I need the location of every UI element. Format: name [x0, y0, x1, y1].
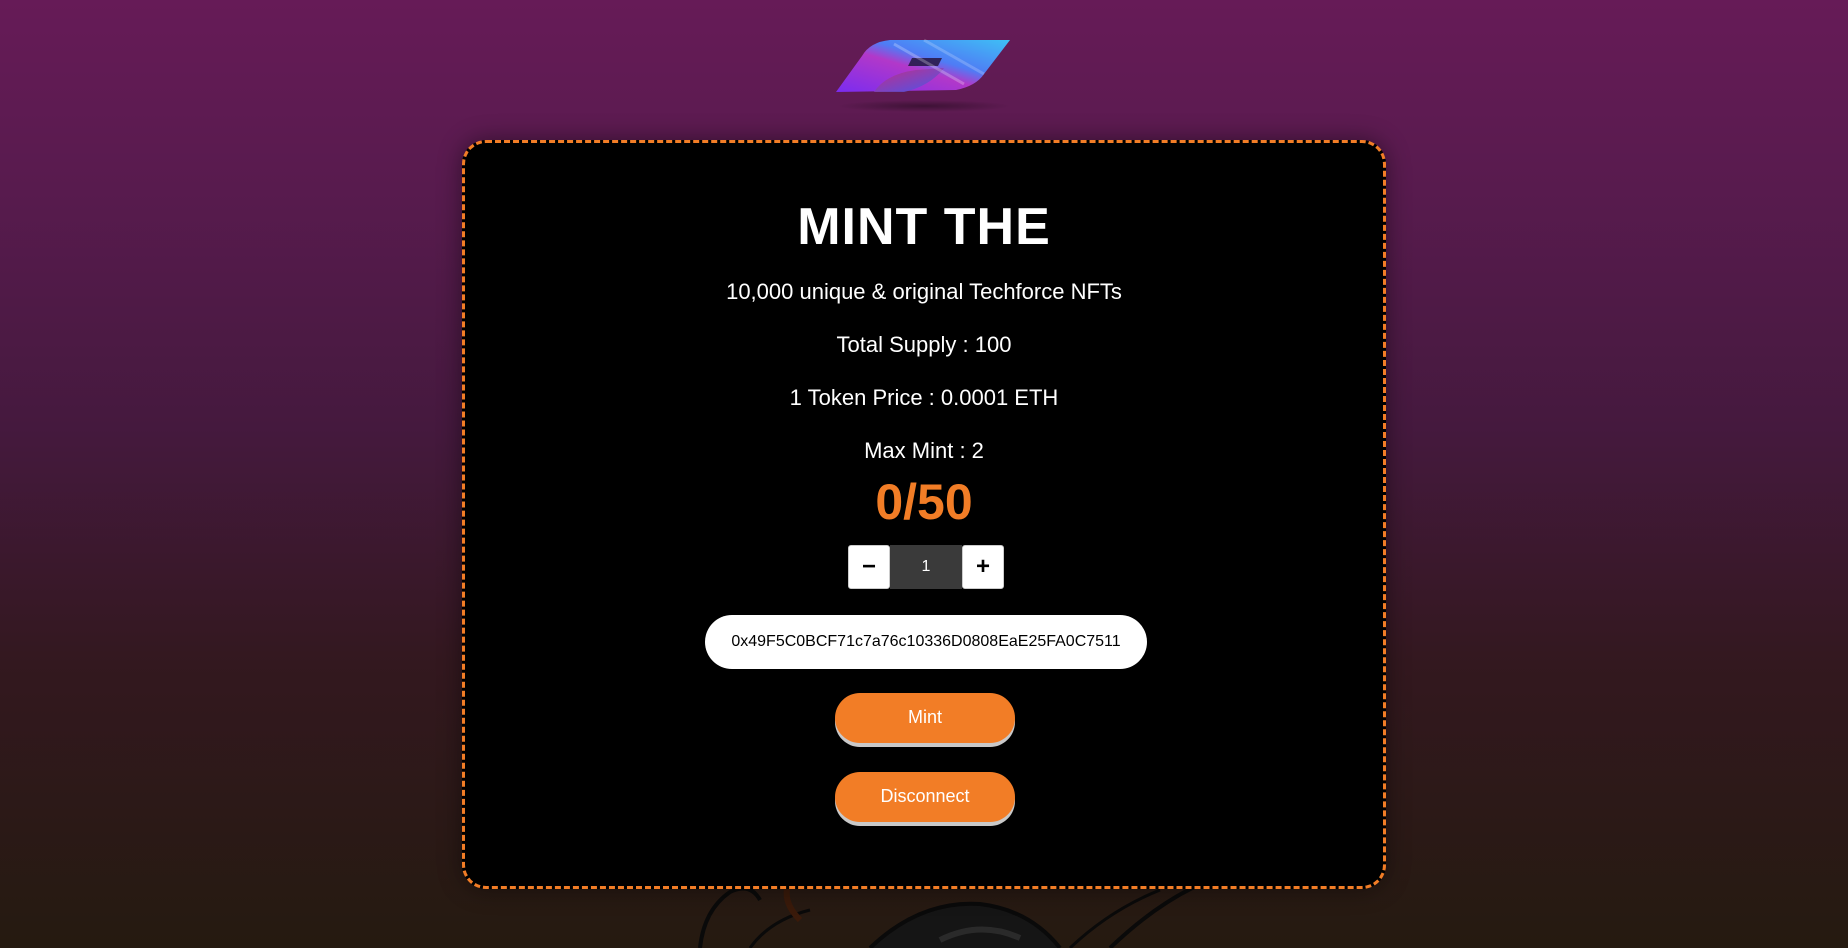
wallet-address: 0x49F5C0BCF71c7a76c10336D0808EaE25FA0C75…: [705, 615, 1147, 669]
logo-shadow: [836, 100, 1012, 112]
token-price-text: 1 Token Price : 0.0001 ETH: [789, 385, 1059, 410]
total-supply-text: Total Supply : 100: [836, 332, 1012, 357]
mint-button[interactable]: Mint: [835, 693, 1015, 743]
minted-counter: 0/50: [875, 474, 973, 530]
quantity-stepper: − +: [848, 545, 1004, 589]
decrement-button[interactable]: −: [848, 545, 890, 589]
mint-card: MINT THE 10,000 unique & original Techfo…: [462, 140, 1386, 889]
disconnect-button[interactable]: Disconnect: [835, 772, 1015, 822]
collection-description: 10,000 unique & original Techforce NFTs: [726, 279, 1122, 304]
increment-button[interactable]: +: [962, 545, 1004, 589]
quantity-input[interactable]: [890, 545, 962, 589]
max-mint-text: Max Mint : 2: [864, 438, 984, 463]
background-nft-illustration: [690, 880, 1230, 948]
mint-title: MINT THE: [797, 198, 1051, 256]
